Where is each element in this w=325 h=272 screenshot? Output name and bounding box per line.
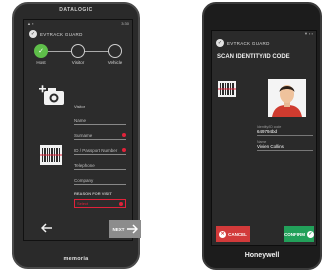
telephone-field-label: Telephone: [74, 163, 95, 168]
right-screen: ▼ ▪ ▪ ✓ EVTRACK GUARD SCAN IDENTITY/ID C…: [211, 30, 317, 246]
company-field[interactable]: Company: [74, 172, 126, 185]
surname-field[interactable]: Surname: [74, 127, 126, 140]
app-header: ✓ EVTRACK GUARD: [24, 28, 132, 40]
next-arrow-icon: [126, 224, 138, 234]
required-dot-icon: [119, 202, 123, 206]
next-button[interactable]: NEXT: [109, 220, 141, 238]
right-phone: ▼ ▪ ▪ ✓ EVTRACK GUARD SCAN IDENTITY/ID C…: [202, 2, 322, 270]
app-header: ✓ EVTRACK GUARD: [212, 38, 316, 48]
company-field-label: Company: [74, 178, 94, 183]
status-time: 3:30: [121, 21, 129, 26]
scan-heading: SCAN IDENTITY/ID CODE: [217, 54, 290, 60]
left-phone: DATALOGIC ▲ ▪ 3:30 ✓ EVTRACK GUARD ✓ Hos…: [12, 2, 141, 269]
close-icon: ✕: [219, 230, 227, 238]
brand-honeywell: Honeywell: [244, 252, 280, 259]
visitor-photo: [268, 79, 306, 117]
confirm-button-label: CONFIRM: [284, 231, 305, 237]
section-label: Visitor: [74, 104, 86, 109]
id-passport-field-label: ID / Passport Number: [74, 148, 118, 153]
reason-title: REASON FOR VISIT: [74, 191, 112, 196]
status-left: ▲ ▪: [27, 21, 34, 26]
next-button-label: NEXT: [112, 226, 125, 232]
step-vehicle[interactable]: [108, 44, 122, 58]
brand-datalogic: DATALOGIC: [59, 7, 93, 13]
ev-logo-icon: ✓: [216, 39, 224, 47]
reason-select-value: Select: [77, 201, 89, 206]
status-bar: ▼ ▪ ▪: [303, 31, 313, 36]
camera-plus-icon[interactable]: [38, 85, 66, 112]
telephone-field[interactable]: Telephone: [74, 157, 126, 170]
required-dot-icon: [122, 133, 126, 137]
confirm-button[interactable]: CONFIRM ✓: [284, 226, 314, 242]
ev-logo-icon: ✓: [29, 30, 37, 38]
identity-details: Identity/ID code 649794bd Name Vivien Co…: [257, 125, 313, 155]
name-value: Vivien Collins: [257, 144, 313, 151]
step-host[interactable]: ✓: [34, 44, 48, 58]
barcode-icon[interactable]: [218, 81, 236, 102]
reason-select[interactable]: Select: [74, 199, 126, 208]
surname-field-label: Surname: [74, 133, 93, 138]
name-field-label: Name: [74, 118, 87, 123]
id-passport-field[interactable]: ID / Passport Number: [74, 142, 126, 155]
visitor-form: Visitor Name Surname ID / Passport Numbe…: [74, 100, 126, 208]
check-icon: ✓: [38, 48, 44, 55]
name-field[interactable]: Name: [74, 112, 126, 125]
step-label-vehicle: Vehicle: [107, 60, 123, 65]
app-title: EVTRACK GUARD: [227, 40, 270, 46]
step-label-visitor: Visitor: [71, 60, 85, 65]
step-visitor[interactable]: [71, 44, 85, 58]
required-dot-icon: [122, 148, 126, 152]
brand-memor: memoria: [63, 256, 89, 262]
left-screen: ▲ ▪ 3:30 ✓ EVTRACK GUARD ✓ Host Visitor …: [23, 19, 141, 241]
check-icon: ✓: [307, 230, 314, 238]
stepper: ✓ Host Visitor Vehicle: [24, 44, 132, 70]
app-title: EVTRACK GUARD: [40, 31, 83, 37]
cancel-button-label: CANCEL: [228, 231, 247, 237]
back-arrow-icon[interactable]: [40, 222, 53, 236]
status-bar: ▲ ▪ 3:30: [24, 20, 132, 28]
cancel-button[interactable]: ✕ CANCEL: [216, 226, 250, 242]
barcode-icon[interactable]: [40, 145, 62, 170]
id-code-value: 649794bd: [257, 129, 313, 136]
step-label-host: Host: [36, 60, 46, 65]
